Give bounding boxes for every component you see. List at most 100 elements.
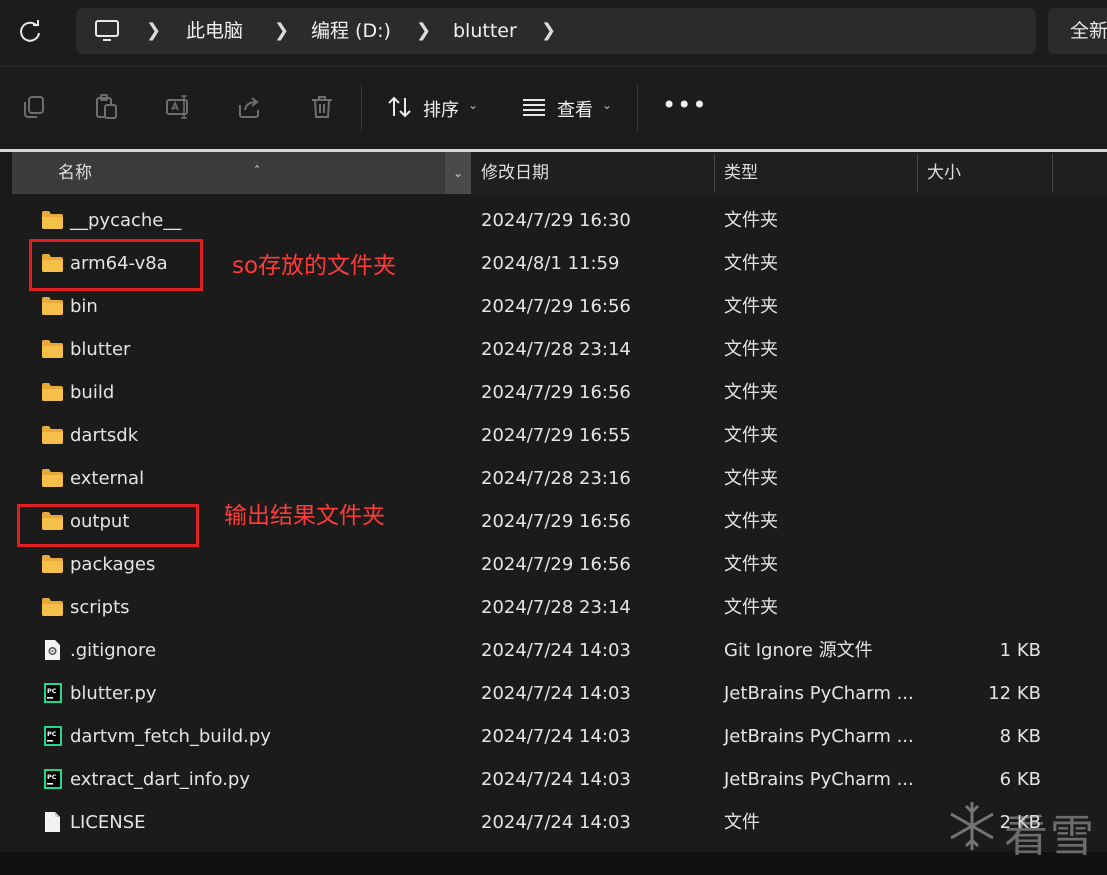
- address-bar-area: ❯ 此电脑 ❯ 编程 (D:) ❯ blutter ❯ 全新: [0, 0, 1107, 66]
- column-name-label: 名称: [58, 163, 92, 183]
- file-name: __pycache__: [70, 210, 182, 231]
- folder-icon: [41, 554, 64, 574]
- file-row[interactable]: .gitignore 2024/7/24 14:03 Git Ignore 源文件 1…: [12, 629, 1107, 672]
- chevron-down-icon[interactable]: ⌄: [445, 152, 471, 194]
- folder-icon: [41, 597, 64, 617]
- file-date: 2024/7/29 16:55: [481, 425, 631, 446]
- file-row[interactable]: scripts 2024/7/28 23:14 文件夹: [12, 586, 1107, 629]
- pycharm-file-icon: PC: [41, 726, 64, 746]
- sort-ascending-icon: ˄: [254, 164, 260, 178]
- file-row[interactable]: blutter 2024/7/28 23:14 文件夹: [12, 328, 1107, 371]
- file-row[interactable]: PC dartvm_fetch_build.py 2024/7/24 14:03 Je…: [12, 715, 1107, 758]
- sort-icon[interactable]: [386, 93, 414, 121]
- file-name: packages: [70, 554, 156, 575]
- file-name: LICENSE: [70, 812, 146, 833]
- file-type: JetBrains PyCharm ...: [724, 769, 914, 790]
- file-row[interactable]: packages 2024/7/29 16:56 文件夹: [12, 543, 1107, 586]
- column-divider[interactable]: [917, 154, 918, 192]
- file-date: 2024/7/24 14:03: [481, 769, 631, 790]
- bottom-strip: [0, 852, 1107, 875]
- this-pc-icon[interactable]: [94, 19, 120, 43]
- file-row[interactable]: PC extract_dart_info.py 2024/7/24 14:03 Jet…: [12, 758, 1107, 801]
- file-name: blutter: [70, 339, 131, 360]
- column-divider[interactable]: [1052, 154, 1053, 192]
- chevron-down-icon[interactable]: ⌄: [468, 98, 478, 112]
- file-type: 文件夹: [724, 597, 778, 618]
- paste-icon[interactable]: [92, 93, 120, 121]
- svg-text:PC: PC: [47, 687, 57, 695]
- file-row[interactable]: dartsdk 2024/7/29 16:55 文件夹: [12, 414, 1107, 457]
- file-date: 2024/8/1 11:59: [481, 253, 620, 274]
- file-date: 2024/7/24 14:03: [481, 640, 631, 661]
- file-date: 2024/7/24 14:03: [481, 812, 631, 833]
- file-row[interactable]: external 2024/7/28 23:16 文件夹: [12, 457, 1107, 500]
- file-name: bin: [70, 296, 98, 317]
- svg-text:PC: PC: [47, 730, 57, 738]
- file-date: 2024/7/24 14:03: [481, 726, 631, 747]
- file-date: 2024/7/28 23:14: [481, 339, 631, 360]
- watermark-text: 看雪: [1004, 811, 1096, 862]
- chevron-right-icon[interactable]: ❯: [146, 20, 161, 41]
- file-size: 1 KB: [999, 640, 1041, 661]
- file-type: Git Ignore 源文件: [724, 640, 873, 661]
- file-type: JetBrains PyCharm ...: [724, 726, 914, 747]
- pycharm-file-icon: PC: [41, 683, 64, 703]
- column-divider[interactable]: [714, 154, 715, 192]
- file-name: extract_dart_info.py: [70, 769, 251, 790]
- file-date: 2024/7/28 23:14: [481, 597, 631, 618]
- file-row[interactable]: LICENSE 2024/7/24 14:03 文件 2 KB: [12, 801, 1107, 844]
- command-toolbar: 排序 ⌄ 查看 ⌄ •••: [0, 66, 1107, 151]
- file-type: 文件夹: [724, 425, 778, 446]
- folder-icon: [41, 210, 64, 230]
- file-name: build: [70, 382, 115, 403]
- delete-icon[interactable]: [308, 93, 336, 121]
- folder-icon: [41, 339, 64, 359]
- new-button[interactable]: 全新: [1048, 8, 1107, 54]
- file-size: 8 KB: [999, 726, 1041, 747]
- folder-icon: [41, 296, 64, 316]
- file-date: 2024/7/29 16:56: [481, 511, 631, 532]
- file-name: .gitignore: [70, 640, 157, 661]
- blank-file-icon: [41, 812, 64, 832]
- file-row[interactable]: bin 2024/7/29 16:56 文件夹: [12, 285, 1107, 328]
- file-size: 12 KB: [988, 683, 1041, 704]
- file-row[interactable]: build 2024/7/29 16:56 文件夹: [12, 371, 1107, 414]
- chevron-right-icon[interactable]: ❯: [541, 20, 556, 41]
- file-name: scripts: [70, 597, 130, 618]
- breadcrumb-this-pc[interactable]: 此电脑: [186, 18, 243, 44]
- file-date: 2024/7/29 16:56: [481, 296, 631, 317]
- address-bar[interactable]: ❯ 此电脑 ❯ 编程 (D:) ❯ blutter ❯: [76, 8, 1036, 54]
- file-type: 文件夹: [724, 210, 778, 231]
- chevron-right-icon[interactable]: ❯: [416, 20, 431, 41]
- snowflake-watermark-icon: [950, 802, 994, 850]
- breadcrumb-drive-d[interactable]: 编程 (D:): [311, 18, 391, 44]
- file-type: 文件夹: [724, 511, 778, 532]
- toolbar-divider: [361, 85, 362, 131]
- file-type: 文件夹: [724, 253, 778, 274]
- file-row[interactable]: __pycache__ 2024/7/29 16:30 文件夹: [12, 199, 1107, 242]
- column-header-name[interactable]: 名称 ˄: [12, 152, 471, 194]
- file-row[interactable]: PC blutter.py 2024/7/24 14:03 JetBrains PyC…: [12, 672, 1107, 715]
- more-options-icon[interactable]: •••: [662, 91, 707, 119]
- toolbar-divider: [637, 85, 638, 131]
- column-header-date[interactable]: 修改日期: [481, 152, 549, 194]
- annotation-so-folder: so存放的文件夹: [232, 253, 397, 279]
- copy-icon[interactable]: [20, 93, 48, 121]
- column-header-type[interactable]: 类型: [724, 152, 758, 194]
- file-type: 文件: [724, 812, 760, 833]
- chevron-down-icon[interactable]: ⌄: [602, 98, 612, 112]
- breadcrumb-blutter[interactable]: blutter: [453, 18, 517, 44]
- file-size: 6 KB: [999, 769, 1041, 790]
- chevron-right-icon[interactable]: ❯: [274, 20, 289, 41]
- refresh-icon[interactable]: [14, 16, 46, 48]
- column-header-size[interactable]: 大小: [927, 152, 961, 194]
- annotation-output-folder: 输出结果文件夹: [224, 503, 385, 529]
- view-button[interactable]: 查看: [557, 96, 593, 122]
- rename-icon[interactable]: [164, 93, 192, 121]
- svg-text:PC: PC: [47, 773, 57, 781]
- share-icon[interactable]: [236, 93, 264, 121]
- sort-button[interactable]: 排序: [423, 96, 459, 122]
- folder-icon: [41, 425, 64, 445]
- view-icon[interactable]: [520, 93, 548, 121]
- file-date: 2024/7/29 16:30: [481, 210, 631, 231]
